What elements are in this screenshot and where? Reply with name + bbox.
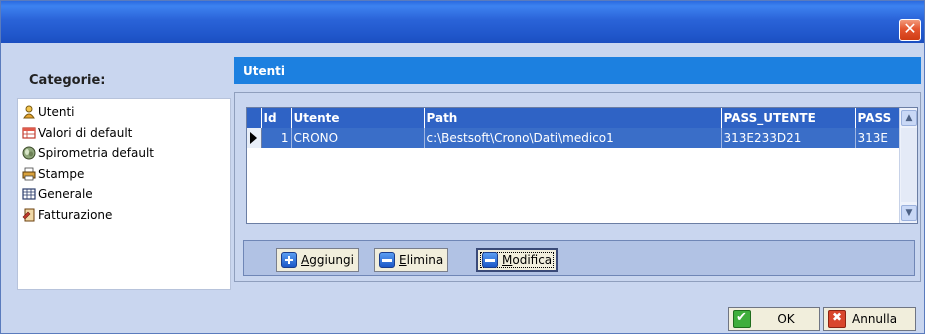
current-row-icon [250, 132, 258, 144]
edit-label: odifica [512, 253, 553, 267]
cancel-button[interactable]: Annulla [823, 307, 916, 331]
category-title: Categorie: [29, 73, 106, 88]
delete-button[interactable]: Elimina [374, 248, 449, 272]
ok-button[interactable]: OK [728, 307, 820, 331]
scroll-down-icon[interactable]: ▼ [901, 205, 917, 221]
row-indicator-header [247, 108, 262, 128]
category-label: Utenti [38, 105, 75, 120]
cell-pass[interactable]: 313E [855, 128, 902, 148]
column-header-path[interactable]: Path [424, 108, 722, 128]
category-label: Stampe [38, 166, 85, 181]
cancel-icon [828, 310, 846, 328]
users-group: Id Utente Path PASS_UTENTE PASS 1 CRONO … [234, 92, 921, 282]
settings-window: ✕ Categorie: Utenti Valori di default Sp… [0, 0, 925, 334]
category-item-spirometria-default[interactable]: Spirometria default [22, 143, 226, 164]
section-header: Utenti [234, 57, 921, 84]
column-header-pass[interactable]: PASS [855, 108, 902, 128]
invoice-icon [22, 208, 35, 222]
edit-button[interactable]: Modifica [476, 248, 559, 272]
row-indicator [247, 128, 262, 148]
title-bar[interactable]: ✕ [1, 1, 924, 43]
add-button[interactable]: Aggiungi [276, 248, 359, 272]
users-grid[interactable]: Id Utente Path PASS_UTENTE PASS 1 CRONO … [246, 107, 918, 224]
category-label: Fatturazione [38, 207, 113, 222]
category-item-fatturazione[interactable]: Fatturazione [22, 205, 226, 226]
table-icon [22, 127, 36, 139]
category-item-utenti[interactable]: Utenti [22, 102, 226, 123]
cell-path[interactable]: c:\Bestsoft\Crono\Dati\medico1 [424, 128, 722, 148]
vertical-scrollbar[interactable]: ▲ ▼ [899, 108, 917, 223]
check-icon [733, 310, 751, 328]
add-accelerator: A [301, 253, 310, 267]
category-label: Spirometria default [38, 146, 155, 161]
printer-icon [22, 167, 36, 181]
category-panel: Categorie: Utenti Valori di default Spir… [7, 43, 231, 297]
minus-icon [379, 252, 395, 268]
category-label: Generale [38, 187, 93, 202]
scroll-up-icon[interactable]: ▲ [901, 110, 917, 126]
grid-toolbar: Aggiungi Elimina Modifica [243, 240, 915, 276]
edit-accelerator: M [502, 253, 513, 267]
column-header-pass-utente[interactable]: PASS_UTENTE [721, 108, 856, 128]
edit-icon [482, 252, 498, 268]
ok-label: OK [777, 312, 795, 326]
cell-id[interactable]: 1 [261, 128, 292, 148]
cell-pass-utente[interactable]: 313E233D21 [721, 128, 856, 148]
column-header-id[interactable]: Id [261, 108, 292, 128]
delete-accelerator: E [399, 253, 407, 267]
spirometry-icon [22, 146, 36, 160]
table-row[interactable]: 1 CRONO c:\Bestsoft\Crono\Dati\medico1 3… [247, 128, 902, 148]
category-item-stampe[interactable]: Stampe [22, 164, 226, 185]
category-item-valori-default[interactable]: Valori di default [22, 123, 226, 144]
table-header-row: Id Utente Path PASS_UTENTE PASS [247, 108, 902, 128]
category-list: Utenti Valori di default Spirometria def… [17, 98, 231, 290]
cell-utente[interactable]: CRONO [291, 128, 425, 148]
user-icon [23, 105, 35, 119]
add-label: ggiungi [309, 253, 354, 267]
category-item-generale[interactable]: Generale [22, 184, 226, 205]
grid-icon [22, 188, 36, 200]
close-button[interactable]: ✕ [899, 19, 921, 41]
plus-icon [281, 252, 297, 268]
category-label: Valori di default [38, 125, 133, 140]
delete-label: limina [406, 253, 444, 267]
cancel-label: Annulla [852, 312, 898, 326]
column-header-utente[interactable]: Utente [291, 108, 425, 128]
scroll-track[interactable] [901, 128, 917, 202]
users-table: Id Utente Path PASS_UTENTE PASS 1 CRONO … [247, 108, 902, 148]
